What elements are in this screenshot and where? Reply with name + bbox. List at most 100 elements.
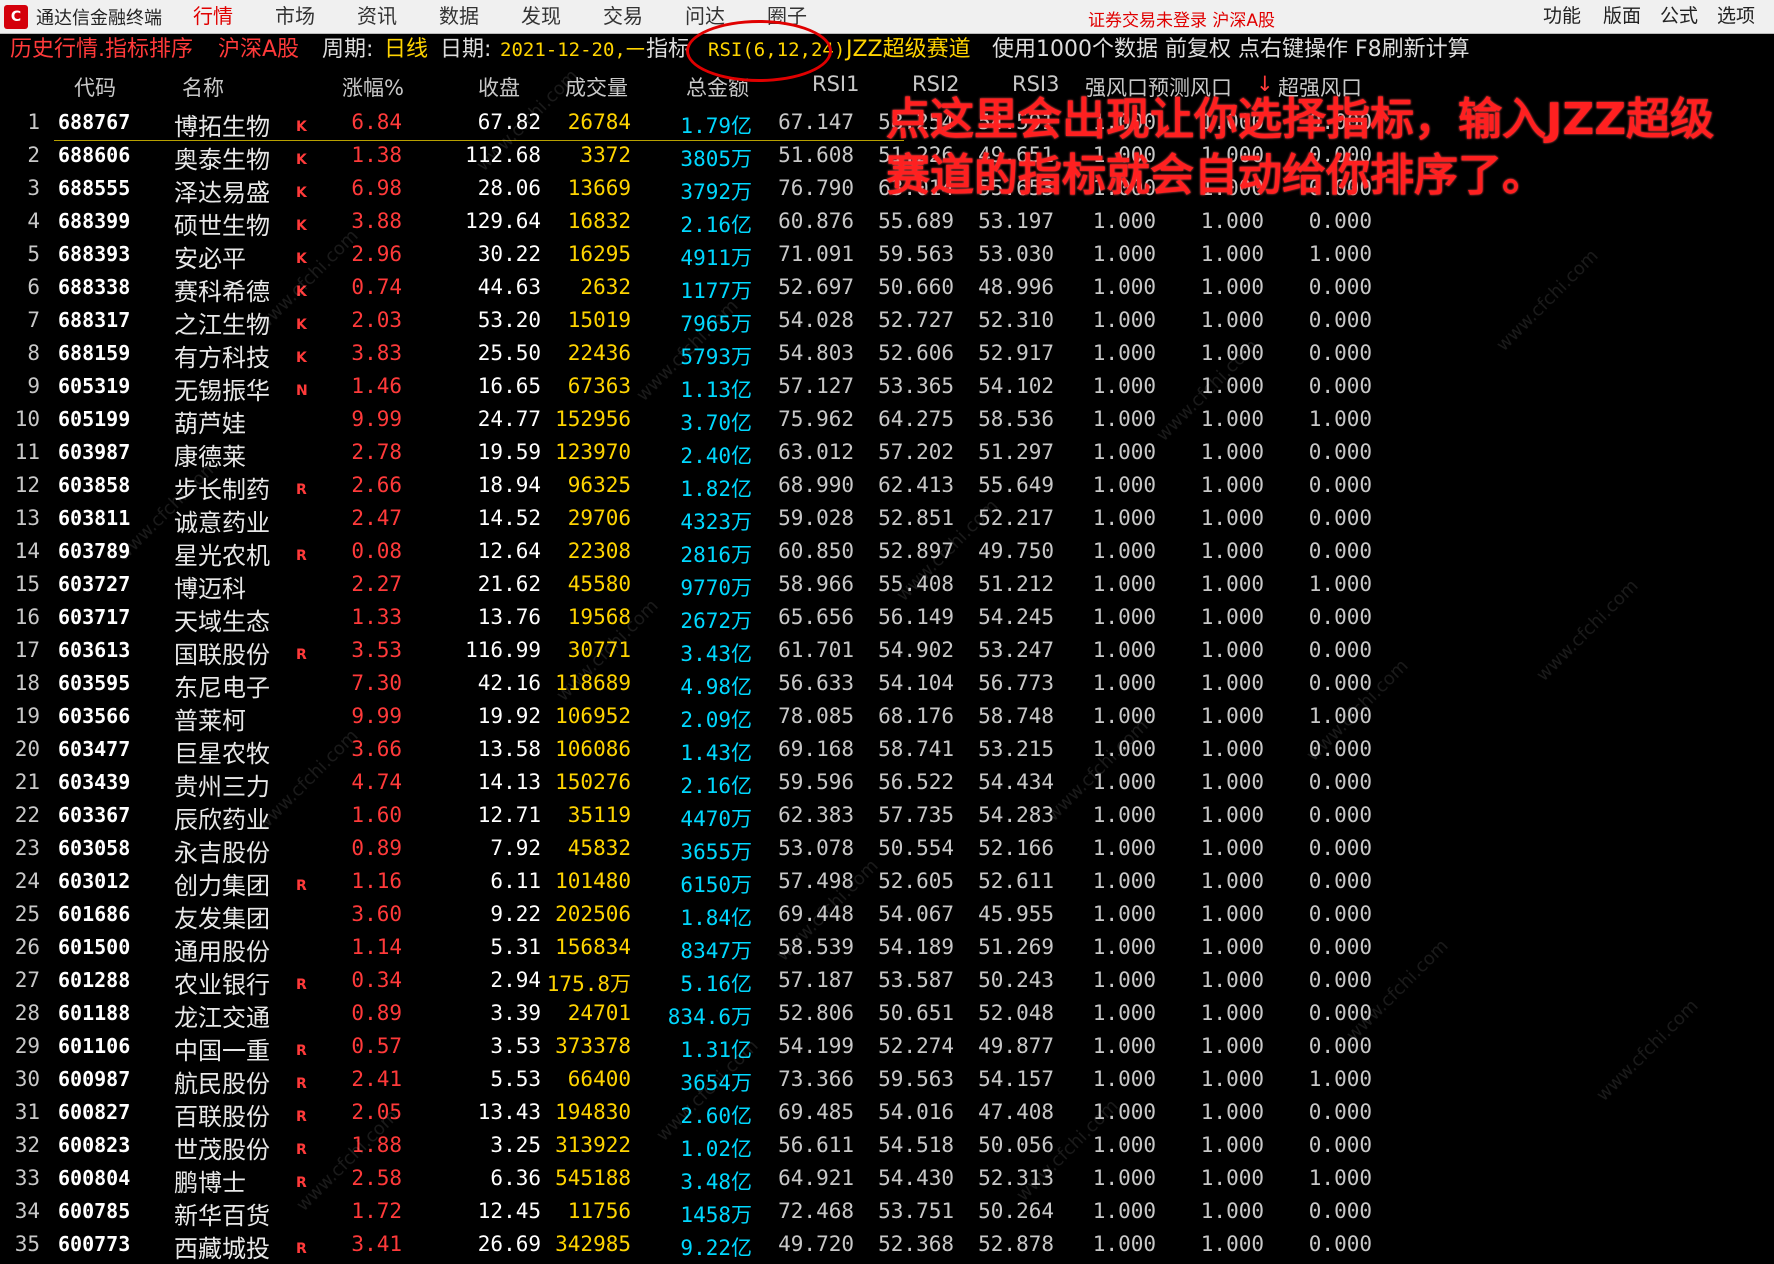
table-row[interactable]: 18 603595 东尼电子 7.30 42.16 118689 4.98亿 56.633 54… bbox=[0, 668, 1774, 702]
stock-code: 603613 bbox=[58, 638, 131, 662]
nav-data[interactable]: 数据 bbox=[418, 0, 500, 33]
header-chg[interactable]: 涨幅% bbox=[342, 72, 404, 102]
amount: 9770万 bbox=[680, 576, 752, 600]
rsi3-value: 54.245 bbox=[978, 605, 1054, 629]
super-value: 0.000 bbox=[1308, 1100, 1372, 1124]
menu-options[interactable]: 选项 bbox=[1717, 0, 1755, 33]
date-value[interactable]: 2021-12-20,一 bbox=[500, 34, 645, 66]
stock-name: 西藏城投 bbox=[174, 1235, 270, 1263]
table-row[interactable]: 7 688317 之江生物 K 2.03 53.20 15019 7965万 54.028 52.… bbox=[0, 305, 1774, 339]
rsi3-value: 56.773 bbox=[978, 671, 1054, 695]
info-bar: 历史行情.指标排序 沪深A股 周期: 日线 日期: 2021-12-20,一 指… bbox=[0, 34, 1774, 66]
close-price: 2.94 bbox=[490, 968, 541, 992]
table-row[interactable]: 35 600773 西藏城投 R 3.41 26.69 342985 9.22亿 49.720 5… bbox=[0, 1229, 1774, 1263]
period-label: 周期: bbox=[322, 37, 374, 62]
table-row[interactable]: 25 601686 友发集团 3.60 9.22 202506 1.84亿 69.448 54.… bbox=[0, 899, 1774, 933]
nav-discover[interactable]: 发现 bbox=[500, 0, 582, 33]
table-row[interactable]: 19 603566 普莱柯 9.99 19.92 106952 2.09亿 78.085 68.… bbox=[0, 701, 1774, 735]
table-row[interactable]: 5 688393 安必平 K 2.96 30.22 16295 4911万 71.091 59.5… bbox=[0, 239, 1774, 273]
rsi2-value: 56.522 bbox=[878, 770, 954, 794]
rsi3-value: 54.102 bbox=[978, 374, 1054, 398]
table-row[interactable]: 23 603058 永吉股份 0.89 7.92 45832 3655万 53.078 50.5… bbox=[0, 833, 1774, 867]
table-row[interactable]: 21 603439 贵州三力 4.74 14.13 150276 2.16亿 59.596 56… bbox=[0, 767, 1774, 801]
period-value[interactable]: 日线 bbox=[384, 34, 428, 66]
stock-code: 603811 bbox=[58, 506, 131, 530]
forecast-value: 1.000 bbox=[1092, 506, 1156, 530]
table-row[interactable]: 11 603987 康德莱 2.78 19.59 123970 2.40亿 63.012 57.… bbox=[0, 437, 1774, 471]
nav-market[interactable]: 市场 bbox=[254, 0, 336, 33]
header-code[interactable]: 代码 bbox=[74, 72, 116, 102]
table-row[interactable]: 20 603477 巨星农牧 3.66 13.58 106086 1.43亿 69.168 58… bbox=[0, 734, 1774, 768]
table-row[interactable]: 31 600827 百联股份 R 2.05 13.43 194830 2.60亿 69.485 5… bbox=[0, 1097, 1774, 1131]
stock-code: 601686 bbox=[58, 902, 131, 926]
table-row[interactable]: 15 603727 博迈科 2.27 21.62 45580 9770万 58.966 55.4… bbox=[0, 569, 1774, 603]
table-row[interactable]: 8 688159 有方科技 K 3.83 25.50 22436 5793万 54.803 52.… bbox=[0, 338, 1774, 372]
row-index: 14 bbox=[14, 539, 40, 563]
menu-formula[interactable]: 公式 bbox=[1660, 0, 1698, 33]
rsi3-value: 54.283 bbox=[978, 803, 1054, 827]
table-row[interactable]: 17 603613 国联股份 R 3.53 116.99 30771 3.43亿 61.701 5… bbox=[0, 635, 1774, 669]
table-row[interactable]: 12 603858 步长制药 R 2.66 18.94 96325 1.82亿 68.990 62… bbox=[0, 470, 1774, 504]
nav-trade[interactable]: 交易 bbox=[582, 0, 664, 33]
row-index: 17 bbox=[14, 638, 40, 662]
stock-name: 泽达易盛 bbox=[174, 179, 270, 207]
table-row[interactable]: 26 601500 通用股份 1.14 5.31 156834 8347万 58.539 54.… bbox=[0, 932, 1774, 966]
change-pct: 1.88 bbox=[351, 1133, 402, 1157]
stock-code: 601288 bbox=[58, 968, 131, 992]
close-price: 12.64 bbox=[477, 539, 541, 563]
row-index: 21 bbox=[14, 770, 40, 794]
row-index: 23 bbox=[14, 836, 40, 860]
table-row[interactable]: 27 601288 农业银行 R 0.34 2.94 175.8万 5.16亿 57.187 53… bbox=[0, 965, 1774, 999]
stock-code: 688555 bbox=[58, 176, 131, 200]
login-status[interactable]: 证券交易未登录 沪深A股 bbox=[1088, 6, 1275, 31]
stock-name: 通用股份 bbox=[174, 938, 270, 966]
nav-quotes[interactable]: 行情 bbox=[172, 0, 254, 33]
row-index: 11 bbox=[14, 440, 40, 464]
table-row[interactable]: 22 603367 辰欣药业 1.60 12.71 35119 4470万 62.383 57.… bbox=[0, 800, 1774, 834]
rsi2-value: 58.741 bbox=[878, 737, 954, 761]
table-row[interactable]: 13 603811 诚意药业 2.47 14.52 29706 4323万 59.028 52.… bbox=[0, 503, 1774, 537]
nav-news[interactable]: 资讯 bbox=[336, 0, 418, 33]
row-index: 30 bbox=[14, 1067, 40, 1091]
forecast-value: 1.000 bbox=[1092, 1100, 1156, 1124]
market-label[interactable]: 沪深A股 bbox=[218, 34, 299, 66]
close-price: 42.16 bbox=[477, 671, 541, 695]
table-row[interactable]: 34 600785 新华百货 1.72 12.45 11756 1458万 72.468 53.… bbox=[0, 1196, 1774, 1230]
stock-name: 农业银行 bbox=[174, 971, 270, 999]
menu-function[interactable]: 功能 bbox=[1543, 0, 1581, 33]
rsi2-value: 54.189 bbox=[878, 935, 954, 959]
table-row[interactable]: 9 605319 无锡振华 N 1.46 16.65 67363 1.13亿 57.127 53.… bbox=[0, 371, 1774, 405]
stock-flag: R bbox=[296, 1142, 307, 1158]
table-row[interactable]: 14 603789 星光农机 R 0.08 12.64 22308 2816万 60.850 52… bbox=[0, 536, 1774, 570]
stock-flag: R bbox=[296, 1109, 307, 1125]
volume: 26784 bbox=[567, 110, 631, 134]
header-name[interactable]: 名称 bbox=[182, 72, 224, 102]
table-row[interactable]: 28 601188 龙江交通 0.89 3.39 24701 834.6万 52.806 50.… bbox=[0, 998, 1774, 1032]
volume: 3372 bbox=[580, 143, 631, 167]
table-row[interactable]: 10 605199 葫芦娃 9.99 24.77 152956 3.70亿 75.962 64.… bbox=[0, 404, 1774, 438]
table-row[interactable]: 32 600823 世茂股份 R 1.88 3.25 313922 1.02亿 56.611 54… bbox=[0, 1130, 1774, 1164]
close-price: 12.45 bbox=[477, 1199, 541, 1223]
rsi1-value: 61.701 bbox=[778, 638, 854, 662]
super-value: 0.000 bbox=[1308, 671, 1372, 695]
header-rsi1[interactable]: RSI1 bbox=[812, 72, 859, 96]
rsi1-value: 62.383 bbox=[778, 803, 854, 827]
table-row[interactable]: 29 601106 中国一重 R 0.57 3.53 373378 1.31亿 54.199 52… bbox=[0, 1031, 1774, 1065]
stock-name: 步长制药 bbox=[174, 476, 270, 504]
header-close[interactable]: 收盘 bbox=[478, 72, 520, 102]
table-row[interactable]: 33 600804 鹏博士 R 2.58 6.36 545188 3.48亿 64.921 54.… bbox=[0, 1163, 1774, 1197]
super-value: 0.000 bbox=[1308, 902, 1372, 926]
rsi3-value: 52.048 bbox=[978, 1001, 1054, 1025]
forecast2-value: 1.000 bbox=[1200, 242, 1264, 266]
table-row[interactable]: 30 600987 航民股份 R 2.41 5.53 66400 3654万 73.366 59.… bbox=[0, 1064, 1774, 1098]
table-row[interactable]: 4 688399 硕世生物 K 3.88 129.64 16832 2.16亿 60.876 55… bbox=[0, 206, 1774, 240]
row-index: 9 bbox=[27, 374, 40, 398]
table-row[interactable]: 6 688338 赛科希德 K 0.74 44.63 2632 1177万 52.697 50.6… bbox=[0, 272, 1774, 306]
amount: 3655万 bbox=[680, 840, 752, 864]
stock-name: 国联股份 bbox=[174, 641, 270, 669]
table-row[interactable]: 16 603717 天域生态 1.33 13.76 19568 2672万 65.656 56.… bbox=[0, 602, 1774, 636]
menu-layout[interactable]: 版面 bbox=[1603, 0, 1641, 33]
table-row[interactable]: 24 603012 创力集团 R 1.16 6.11 101480 6150万 57.498 52… bbox=[0, 866, 1774, 900]
stock-code: 688159 bbox=[58, 341, 131, 365]
header-volume[interactable]: 成交量 bbox=[565, 72, 628, 102]
